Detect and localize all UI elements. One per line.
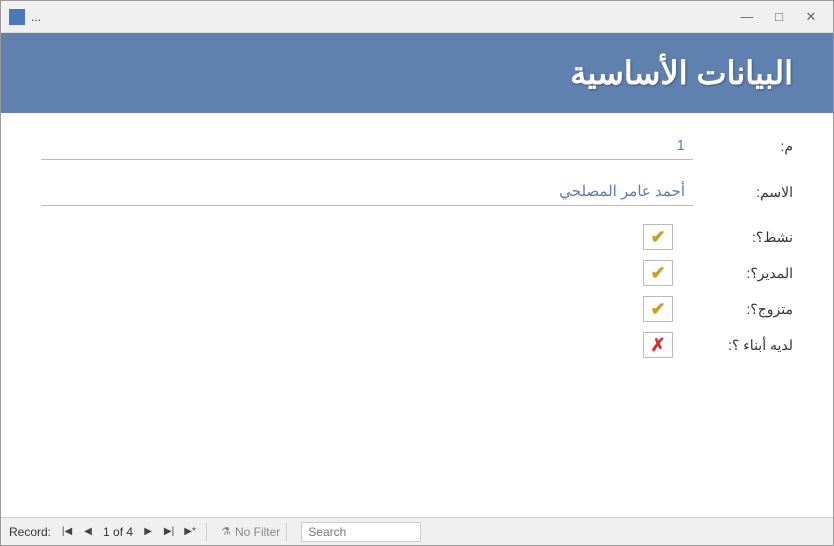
label-manager: المدير؟: — [693, 265, 793, 282]
checkbox-row-children: لديه أبناء ؟: ✗ — [41, 332, 793, 358]
nav-new-button[interactable]: ▶* — [180, 522, 200, 542]
nav-prev-button[interactable]: ◀ — [78, 522, 98, 542]
close-button[interactable]: ✕ — [797, 7, 825, 27]
minimize-button[interactable]: — — [733, 7, 761, 27]
form-title: البيانات الأساسية — [570, 54, 793, 92]
divider-2 — [286, 523, 287, 541]
value-name: أحمد عامر المصلحي — [559, 183, 685, 200]
maximize-button[interactable]: □ — [765, 7, 793, 27]
nav-last-button[interactable]: ▶| — [159, 522, 179, 542]
label-children: لديه أبناء ؟: — [693, 337, 793, 354]
record-info: 1 of 4 — [103, 525, 133, 539]
label-name: الاسم: — [713, 184, 793, 201]
field-row-id: م: 1 — [41, 133, 793, 160]
check-icon-manager: ✔ — [650, 263, 665, 284]
checkbox-manager[interactable]: ✔ — [643, 260, 673, 286]
label-active: نشط؟: — [693, 229, 793, 246]
field-row-name: الاسم: أحمد عامر المصلحي — [41, 178, 793, 206]
check-icon-children: ✗ — [650, 335, 665, 356]
field-name: أحمد عامر المصلحي — [41, 178, 693, 206]
filter-area: ⚗ No Filter — [221, 525, 280, 539]
app-icon — [9, 9, 25, 25]
titlebar-title: ... — [31, 10, 41, 24]
value-id: 1 — [677, 137, 685, 154]
field-id: 1 — [41, 133, 693, 160]
record-label: Record: — [9, 525, 51, 539]
search-input[interactable] — [301, 522, 421, 542]
checkbox-row-married: متزوج؟: ✔ — [41, 296, 793, 322]
titlebar: ... — □ ✕ — [1, 1, 833, 33]
check-icon-active: ✔ — [650, 227, 665, 248]
statusbar: Record: |◀ ◀ 1 of 4 ▶ ▶| ▶* ⚗ No Filter — [1, 517, 833, 545]
checkbox-row-active: نشط؟: ✔ — [41, 224, 793, 250]
form-body: م: 1 الاسم: أحمد عامر المصلحي نشط؟: ✔ ال… — [1, 113, 833, 517]
checkbox-active[interactable]: ✔ — [643, 224, 673, 250]
label-id: م: — [713, 138, 793, 155]
titlebar-left: ... — [9, 9, 41, 25]
nav-buttons: |◀ ◀ 1 of 4 ▶ ▶| ▶* — [57, 522, 200, 542]
form-header: البيانات الأساسية — [1, 33, 833, 113]
filter-text: No Filter — [235, 525, 280, 539]
titlebar-controls: — □ ✕ — [733, 7, 825, 27]
nav-first-button[interactable]: |◀ — [57, 522, 77, 542]
check-icon-married: ✔ — [650, 299, 665, 320]
filter-icon: ⚗ — [221, 525, 231, 538]
checkbox-children[interactable]: ✗ — [643, 332, 673, 358]
label-married: متزوج؟: — [693, 301, 793, 318]
nav-next-button[interactable]: ▶ — [138, 522, 158, 542]
checkbox-row-manager: المدير؟: ✔ — [41, 260, 793, 286]
checkbox-married[interactable]: ✔ — [643, 296, 673, 322]
divider-1 — [206, 523, 207, 541]
